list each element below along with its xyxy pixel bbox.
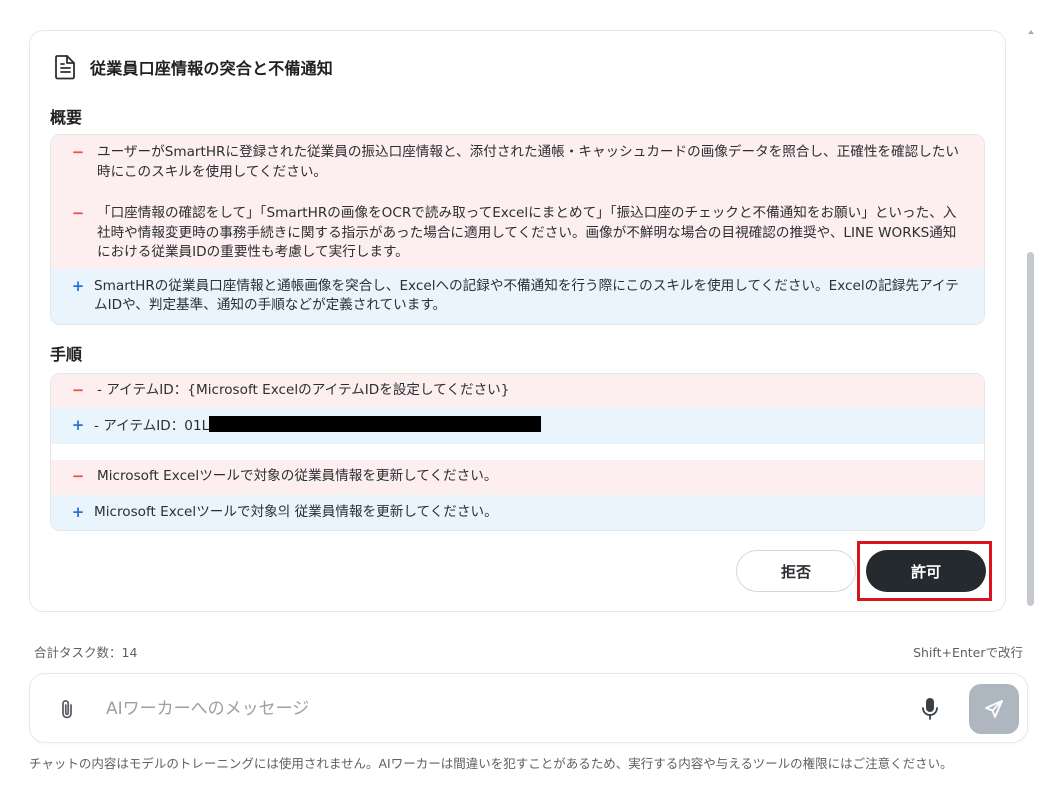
send-button[interactable] — [969, 684, 1019, 734]
item-id-text: - アイテムID：01L — [94, 417, 210, 434]
card-title: 従業員口座情報の突合と不備通知 — [90, 59, 334, 78]
plus-icon: + — [71, 502, 85, 521]
redacted-block — [209, 415, 542, 432]
document-icon — [52, 53, 78, 81]
diff-text: Microsoft Excelツールで対象의 従業員情報を更新してください。 — [94, 503, 498, 520]
diff-line-removed: − Microsoft Excelツールで対象の従業員情報を更新してください。 — [51, 460, 984, 495]
enter-hint: Shift+Enterで改行 — [913, 645, 1023, 660]
diff-text: 「口座情報の確認をして」「SmartHRの画像をOCRで読み取ってExcelにま… — [97, 205, 957, 260]
steps-diff: − - アイテムID：{Microsoft ExcelのアイテムIDを設定してく… — [50, 373, 985, 531]
disclaimer-text: チャットの内容はモデルのトレーニングには使用されません。AIワーカーは間違いを犯… — [29, 756, 953, 771]
diff-line-removed: − ユーザーがSmartHRに登録された従業員の振込口座情報と、添付された通帳・… — [51, 135, 984, 190]
message-input[interactable] — [106, 694, 886, 724]
minus-icon: − — [71, 143, 85, 161]
skill-diff-card: 従業員口座情報の突合と不備通知 概要 − ユーザーがSmartHRに登録された従… — [29, 30, 1006, 612]
allow-button[interactable]: 許可 — [866, 550, 986, 592]
minus-icon: − — [71, 467, 85, 485]
microphone-icon[interactable] — [921, 696, 939, 722]
diff-line-added: + - アイテムID：01L — [51, 407, 984, 444]
paperclip-icon[interactable] — [58, 698, 76, 720]
minus-icon: − — [71, 381, 85, 399]
diff-line-blank — [51, 444, 984, 460]
plus-icon: + — [71, 415, 85, 434]
scrollbar-thumb[interactable] — [1027, 252, 1034, 606]
diff-line-added: + SmartHRの従業員口座情報と通帳画像を突合し、Excelへの記録や不備通… — [51, 268, 984, 324]
diff-line-added: + Microsoft Excelツールで対象의 従業員情報を更新してください。 — [51, 494, 984, 530]
steps-heading: 手順 — [50, 345, 83, 364]
diff-line-removed: − 「口座情報の確認をして」「SmartHRの画像をOCRで読み取ってExcel… — [51, 190, 984, 269]
card-header: 従業員口座情報の突合と不備通知 — [52, 53, 333, 81]
diff-line-removed: − - アイテムID：{Microsoft ExcelのアイテムIDを設定してく… — [51, 374, 984, 408]
scroll-up-arrow-icon[interactable] — [1028, 30, 1034, 34]
message-composer — [29, 673, 1028, 743]
minus-icon: − — [71, 204, 85, 222]
diff-text: SmartHRの従業員口座情報と通帳画像を突合し、Excelへの記録や不備通知を… — [94, 277, 959, 314]
diff-text-with-redaction: - アイテムID：01L — [94, 415, 984, 437]
reject-button[interactable]: 拒否 — [736, 550, 856, 592]
diff-text: - アイテムID：{Microsoft ExcelのアイテムIDを設定してくださ… — [97, 382, 510, 398]
send-icon — [985, 700, 1003, 718]
overview-diff: − ユーザーがSmartHRに登録された従業員の振込口座情報と、添付された通帳・… — [50, 134, 985, 325]
task-count: 合計タスク数：14 — [34, 645, 138, 660]
diff-text: Microsoft Excelツールで対象の従業員情報を更新してください。 — [97, 468, 498, 484]
overview-heading: 概要 — [50, 108, 83, 127]
plus-icon: + — [71, 276, 85, 295]
diff-text: ユーザーがSmartHRに登録された従業員の振込口座情報と、添付された通帳・キャ… — [97, 144, 959, 180]
